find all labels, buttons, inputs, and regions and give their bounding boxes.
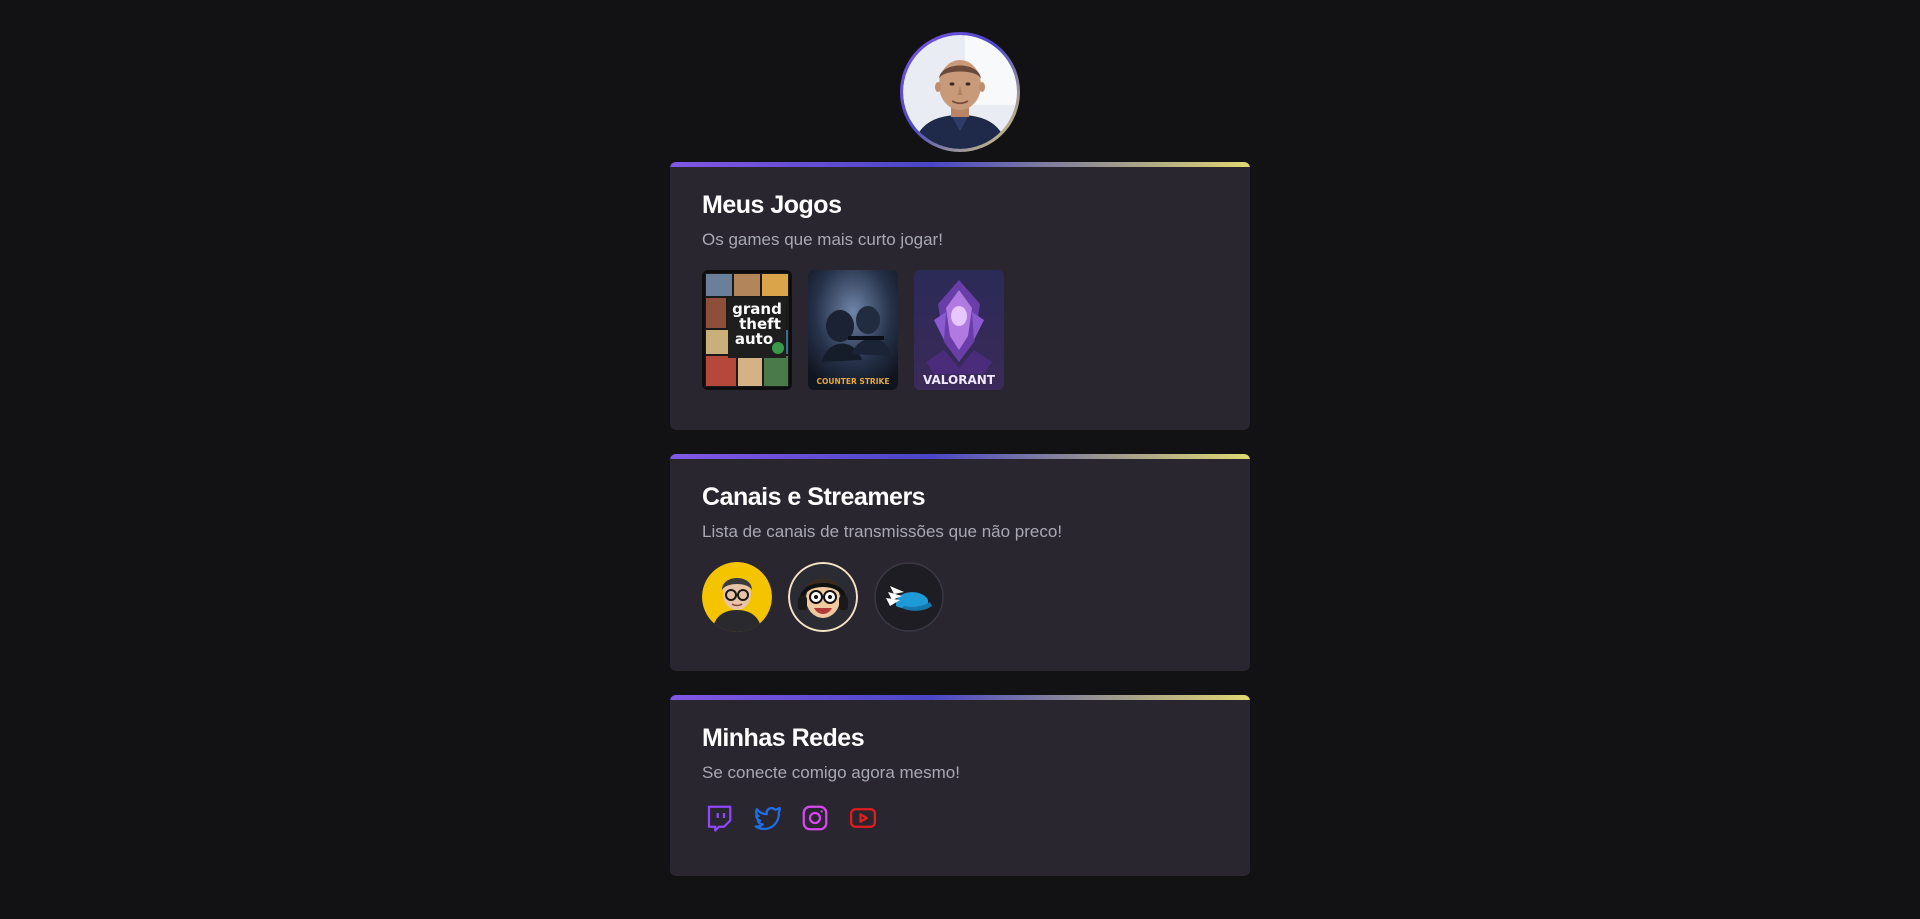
games-card-subtitle: Os games que mais curto jogar! [702,229,943,249]
counter-strike-cover[interactable]: COUNTER STRIKE [808,269,898,390]
streamer-avatar-headphones[interactable] [788,561,858,632]
socials-card: Minhas Redes Se conecte comigo agora mes… [670,695,1250,876]
twitch-icon[interactable] [704,803,734,833]
instagram-icon[interactable] [800,803,830,833]
streamer-avatar-glasses[interactable] [702,561,772,632]
games-card: Meus Jogos Os games que mais curto jogar… [670,162,1250,430]
socials-card-title: Minhas Redes [702,724,865,752]
channels-card-subtitle: Lista de canais de transmissões que não … [702,521,1063,541]
socials-card-subtitle: Se conecte comigo agora mesmo! [702,762,960,782]
games-card-title: Meus Jogos [702,191,842,219]
games-list: grand theft auto COUNTER STRIKE VALORANT [702,269,1218,390]
valorant-logo-text: VALORANT [923,373,996,387]
valorant-cover[interactable]: VALORANT [914,269,1004,390]
twitter-icon[interactable] [752,803,782,833]
page: Meus Jogos Os games que mais curto jogar… [0,0,1920,919]
gta-logo-auto: auto [735,330,773,348]
profile-avatar[interactable] [903,35,1017,149]
profile-avatar-ring [900,32,1020,152]
channels-card: Canais e Streamers Lista de canais de tr… [670,454,1250,671]
socials-list [702,803,1218,833]
channels-card-title: Canais e Streamers [702,483,926,511]
cs-logo-text: COUNTER STRIKE [817,377,890,386]
channels-list [702,561,1218,632]
gta-v-cover[interactable]: grand theft auto [702,269,792,390]
youtube-icon[interactable] [848,803,878,833]
streamer-avatar-winged-helmet[interactable] [874,562,944,632]
